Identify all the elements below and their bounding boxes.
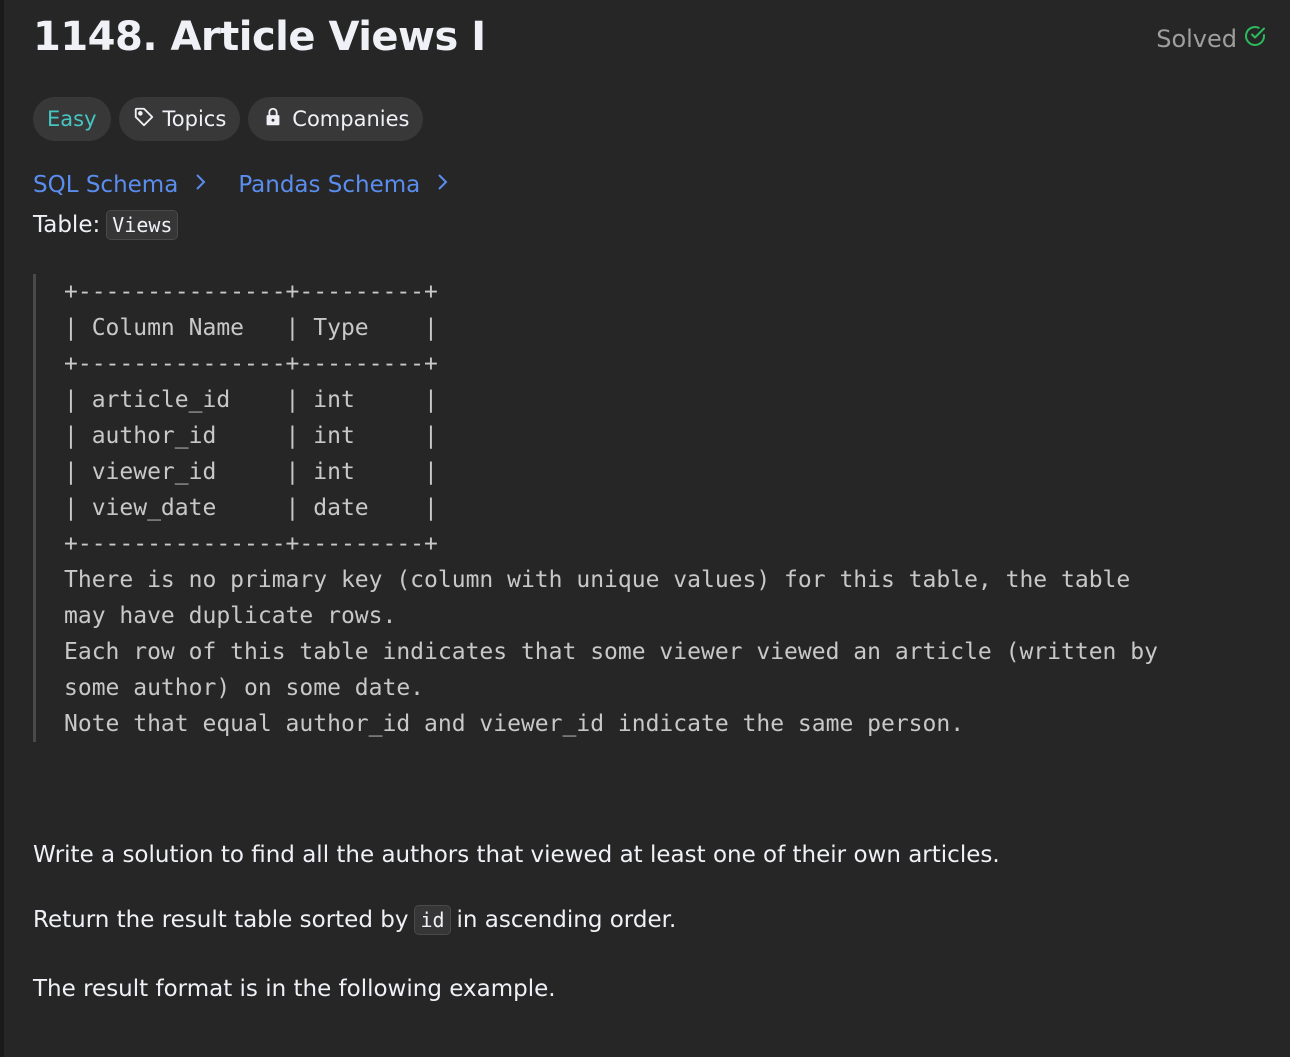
table-label: Table: Views bbox=[33, 210, 179, 240]
description-text-2b: in ascending order. bbox=[456, 907, 677, 933]
left-border bbox=[0, 0, 4, 1057]
schema-links: SQL Schema Pandas Schema bbox=[33, 172, 450, 198]
topics-label: Topics bbox=[162, 107, 227, 131]
problem-title: 1148. Article Views I bbox=[33, 14, 486, 60]
schema-text: +---------------+---------+ | Column Nam… bbox=[64, 279, 1158, 737]
pandas-schema-link[interactable]: Pandas Schema bbox=[238, 172, 450, 198]
tag-icon bbox=[133, 106, 155, 133]
chevron-right-icon bbox=[434, 172, 450, 198]
id-code: id bbox=[414, 905, 451, 935]
companies-label: Companies bbox=[292, 107, 410, 131]
description-text-3: The result format is in the following ex… bbox=[33, 976, 556, 1002]
description-paragraph-1: Write a solution to find all the authors… bbox=[33, 842, 1000, 868]
table-name-code: Views bbox=[106, 210, 179, 240]
sql-schema-link[interactable]: SQL Schema bbox=[33, 172, 208, 198]
chevron-right-icon bbox=[192, 172, 208, 198]
table-label-text: Table: bbox=[33, 212, 101, 238]
solved-status: Solved bbox=[1156, 24, 1267, 54]
difficulty-badge[interactable]: Easy bbox=[33, 97, 111, 141]
problem-tags: Easy Topics Companies bbox=[33, 97, 424, 141]
description-paragraph-3: The result format is in the following ex… bbox=[33, 976, 556, 1002]
description-text-2a: Return the result table sorted by bbox=[33, 907, 409, 933]
check-circle-icon bbox=[1243, 24, 1267, 54]
topics-button[interactable]: Topics bbox=[118, 97, 241, 141]
pandas-schema-label: Pandas Schema bbox=[238, 172, 421, 198]
solved-label: Solved bbox=[1156, 25, 1237, 53]
lock-icon bbox=[262, 106, 284, 133]
description-paragraph-2: Return the result table sorted by id in … bbox=[33, 905, 676, 935]
schema-code-block: +---------------+---------+ | Column Nam… bbox=[33, 274, 1273, 742]
companies-button[interactable]: Companies bbox=[248, 97, 424, 141]
difficulty-label: Easy bbox=[47, 107, 97, 131]
description-text-1: Write a solution to find all the authors… bbox=[33, 842, 1000, 868]
sql-schema-label: SQL Schema bbox=[33, 172, 179, 198]
